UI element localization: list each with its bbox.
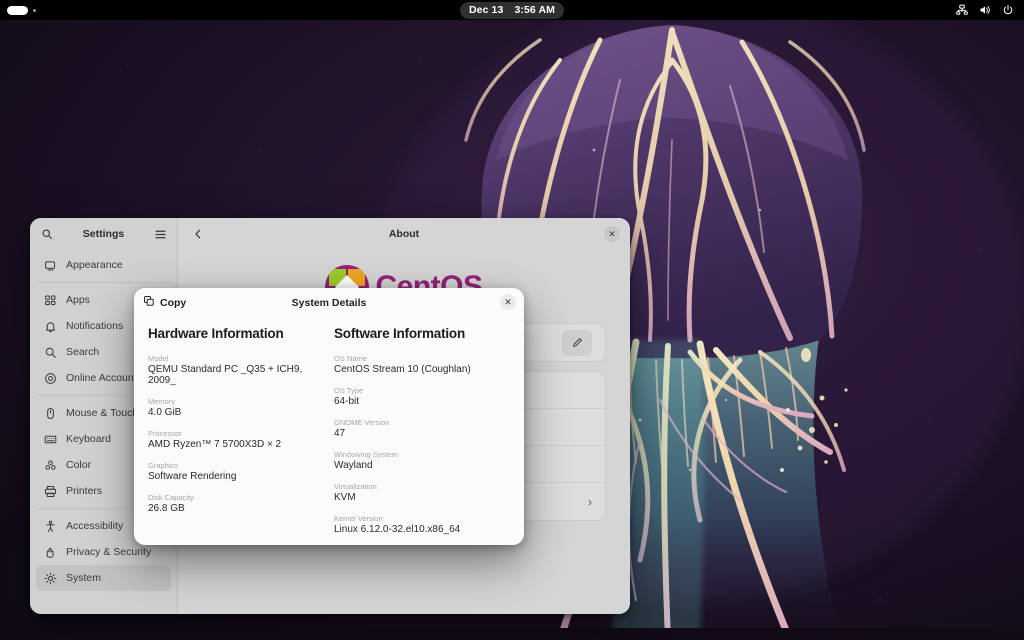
network-icon[interactable] (956, 4, 968, 16)
detail-field-value: Wayland (334, 460, 510, 471)
topbar-status-area[interactable] (824, 4, 1024, 16)
clock-date: Dec 13 (469, 4, 503, 16)
sidebar-item-label: System (66, 572, 101, 584)
accessibility-icon (43, 519, 57, 533)
detail-field-label: Graphics (148, 461, 324, 470)
sidebar-item-label: Search (66, 346, 99, 358)
topbar-left (0, 6, 200, 15)
detail-field: OS Type64-bit (334, 386, 510, 407)
detail-field-label: Disk Capacity (148, 493, 324, 502)
sidebar-item-appearance[interactable]: Appearance (36, 252, 171, 278)
apps-icon (43, 293, 57, 307)
at-sign-icon (43, 371, 57, 385)
detail-field-label: OS Name (334, 354, 510, 363)
copy-label: Copy (160, 297, 186, 309)
top-bar: Dec 13 3:56 AM (0, 0, 1024, 20)
software-heading: Software Information (334, 326, 510, 341)
about-title: About (178, 228, 630, 240)
search-icon (43, 345, 57, 359)
close-icon[interactable]: ✕ (500, 294, 516, 310)
system-details-dialog: Copy System Details ✕ Hardware Informati… (134, 288, 524, 545)
sidebar-item-label: Printers (66, 485, 102, 497)
hand-shield-icon (43, 545, 57, 559)
detail-field-value: 4.0 GiB (148, 407, 324, 418)
detail-field-value: Linux 6.12.0-32.el10.x86_64 (334, 524, 510, 535)
clock-time: 3:56 AM (514, 4, 555, 16)
detail-field-label: Kernel Version (334, 514, 510, 523)
dialog-title: System Details (134, 297, 524, 309)
printer-icon (43, 484, 57, 498)
sidebar-item-label: Apps (66, 294, 90, 306)
sidebar-item-label: Accessibility (66, 520, 123, 532)
detail-field: OS NameCentOS Stream 10 (Coughlan) (334, 354, 510, 375)
detail-field: Windowing SystemWayland (334, 450, 510, 471)
pencil-icon[interactable] (562, 330, 592, 356)
detail-field: VirtualizationKVM (334, 482, 510, 503)
detail-field-value: 47 (334, 428, 510, 439)
detail-field: ModelQEMU Standard PC _Q35 + ICH9, 2009_ (148, 354, 324, 386)
sidebar-separator (36, 282, 171, 283)
detail-field: ProcessorAMD Ryzen™ 7 5700X3D × 2 (148, 429, 324, 450)
detail-field-value: AMD Ryzen™ 7 5700X3D × 2 (148, 439, 324, 450)
sidebar-item-label: Privacy & Security (66, 546, 151, 558)
sidebar-item-label: Appearance (66, 259, 123, 271)
clock-button[interactable]: Dec 13 3:56 AM (460, 2, 564, 19)
hardware-column: Hardware Information ModelQEMU Standard … (148, 326, 324, 545)
workspace-indicator-dot (33, 9, 36, 12)
power-icon[interactable] (1002, 4, 1014, 16)
sidebar-item-label: Notifications (66, 320, 123, 332)
detail-field: GraphicsSoftware Rendering (148, 461, 324, 482)
topbar-center: Dec 13 3:56 AM (200, 2, 824, 19)
hardware-heading: Hardware Information (148, 326, 324, 341)
close-icon[interactable]: ✕ (604, 226, 620, 242)
sidebar-item-label: Color (66, 459, 91, 471)
activities-button[interactable] (7, 6, 28, 15)
detail-field-value: QEMU Standard PC _Q35 + ICH9, 2009_ (148, 364, 324, 386)
sidebar-item-label: Online Accounts (66, 372, 142, 384)
gear-icon (43, 571, 57, 585)
detail-field-label: GNOME Version (334, 418, 510, 427)
chevron-left-icon[interactable] (189, 226, 206, 243)
detail-field-value: CentOS Stream 10 (Coughlan) (334, 364, 510, 375)
appearance-icon (43, 258, 57, 272)
detail-field-label: OS Type (334, 386, 510, 395)
sidebar-item-label: Keyboard (66, 433, 111, 445)
dialog-body: Hardware Information ModelQEMU Standard … (134, 317, 524, 545)
sidebar-item-system[interactable]: System (36, 565, 171, 591)
copy-icon (143, 295, 155, 310)
hamburger-menu-icon[interactable] (152, 226, 168, 242)
detail-field-label: Memory (148, 397, 324, 406)
keyboard-icon (43, 432, 57, 446)
detail-field: GNOME Version47 (334, 418, 510, 439)
volume-icon[interactable] (979, 4, 991, 16)
detail-field-value: 26.8 GB (148, 503, 324, 514)
detail-field: Kernel VersionLinux 6.12.0-32.el10.x86_6… (334, 514, 510, 535)
chevron-right-icon: › (588, 495, 592, 509)
detail-field-value: 64-bit (334, 396, 510, 407)
settings-title: Settings (61, 228, 146, 240)
detail-field-label: Virtualization (334, 482, 510, 491)
detail-field: Disk Capacity26.8 GB (148, 493, 324, 514)
desktop-bottom-strip (0, 628, 1024, 640)
detail-field-label: Model (148, 354, 324, 363)
sidebar-header: Settings (30, 218, 177, 250)
copy-button[interactable]: Copy (143, 295, 186, 310)
detail-field-label: Windowing System (334, 450, 510, 459)
detail-field-label: Processor (148, 429, 324, 438)
bell-icon (43, 319, 57, 333)
mouse-icon (43, 406, 57, 420)
software-column: Software Information OS NameCentOS Strea… (334, 326, 510, 545)
about-header: About ✕ (178, 218, 630, 250)
detail-field-value: Software Rendering (148, 471, 324, 482)
color-icon (43, 458, 57, 472)
dialog-header: Copy System Details ✕ (134, 288, 524, 317)
detail-field-value: KVM (334, 492, 510, 503)
search-icon[interactable] (39, 226, 55, 242)
detail-field: Memory4.0 GiB (148, 397, 324, 418)
